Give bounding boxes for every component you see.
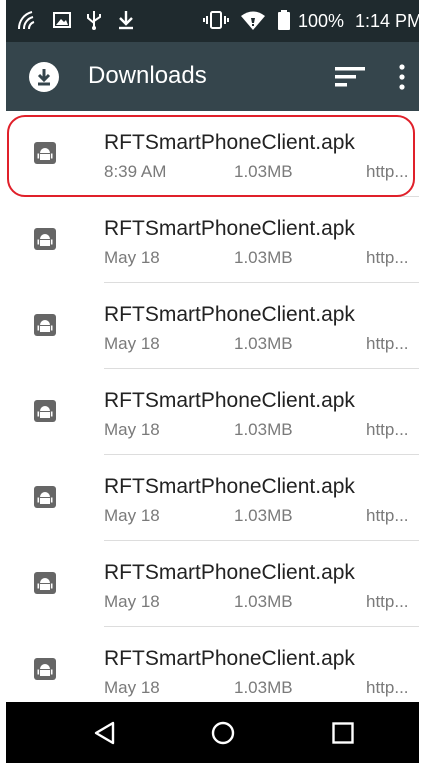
- list-item[interactable]: RFTSmartPhoneClient.apk May 18 1.03MB ht…: [6, 197, 419, 283]
- download-source: http...: [366, 420, 409, 439]
- app-toolbar: Downloads: [6, 42, 419, 111]
- list-item[interactable]: RFTSmartPhoneClient.apk May 18 1.03MB ht…: [6, 369, 419, 455]
- apk-file-icon: [34, 572, 56, 594]
- apk-file-icon: [34, 658, 56, 680]
- download-date: May 18: [104, 592, 160, 611]
- battery-percent: 100%: [298, 11, 345, 31]
- usb-icon: [87, 11, 101, 30]
- file-name: RFTSmartPhoneClient.apk: [104, 217, 355, 240]
- wifi-icon: [241, 11, 265, 30]
- file-size: 1.03MB: [234, 678, 293, 697]
- home-icon[interactable]: [210, 720, 236, 746]
- file-name: RFTSmartPhoneClient.apk: [104, 475, 355, 498]
- recents-icon[interactable]: [330, 720, 356, 746]
- download-source: http...: [366, 592, 409, 611]
- list-item[interactable]: RFTSmartPhoneClient.apk May 18 1.03MB ht…: [6, 541, 419, 627]
- selection-highlight: [7, 115, 415, 197]
- apk-file-icon: [34, 486, 56, 508]
- download-source: http...: [366, 506, 409, 525]
- file-name: RFTSmartPhoneClient.apk: [104, 561, 355, 584]
- download-date: May 18: [104, 248, 160, 267]
- clock: 1:14 PM: [355, 11, 419, 31]
- file-name: RFTSmartPhoneClient.apk: [104, 303, 355, 326]
- battery-icon: [278, 10, 290, 30]
- file-size: 1.03MB: [234, 334, 293, 353]
- wifi-calling-icon: [17, 11, 35, 30]
- apk-file-icon: [34, 400, 56, 422]
- file-name: RFTSmartPhoneClient.apk: [104, 647, 355, 670]
- file-name: RFTSmartPhoneClient.apk: [104, 389, 355, 412]
- download-app-icon: [29, 62, 59, 92]
- download-source: http...: [366, 678, 409, 697]
- download-date: May 18: [104, 334, 160, 353]
- download-date: May 18: [104, 420, 160, 439]
- list-item[interactable]: RFTSmartPhoneClient.apk May 18 1.03MB ht…: [6, 627, 419, 702]
- list-item[interactable]: RFTSmartPhoneClient.apk May 18 1.03MB ht…: [6, 455, 419, 541]
- file-size: 1.03MB: [234, 420, 293, 439]
- list-item[interactable]: RFTSmartPhoneClient.apk May 18 1.03MB ht…: [6, 283, 419, 369]
- download-date: May 18: [104, 678, 160, 697]
- file-size: 1.03MB: [234, 592, 293, 611]
- download-source: http...: [366, 334, 409, 353]
- navigation-bar: [6, 702, 419, 763]
- file-size: 1.03MB: [234, 248, 293, 267]
- download-date: May 18: [104, 506, 160, 525]
- status-bar: 100% 1:14 PM: [6, 0, 419, 42]
- image-icon: [53, 12, 71, 28]
- back-icon[interactable]: [92, 720, 118, 746]
- page-title: Downloads: [88, 62, 207, 89]
- sort-icon[interactable]: [333, 64, 367, 90]
- download-icon: [119, 11, 133, 30]
- file-size: 1.03MB: [234, 506, 293, 525]
- apk-file-icon: [34, 228, 56, 250]
- vibrate-icon: [203, 11, 229, 29]
- apk-file-icon: [34, 314, 56, 336]
- downloads-list: RFTSmartPhoneClient.apk 8:39 AM 1.03MB h…: [6, 111, 419, 702]
- download-source: http...: [366, 248, 409, 267]
- more-icon[interactable]: [397, 63, 407, 91]
